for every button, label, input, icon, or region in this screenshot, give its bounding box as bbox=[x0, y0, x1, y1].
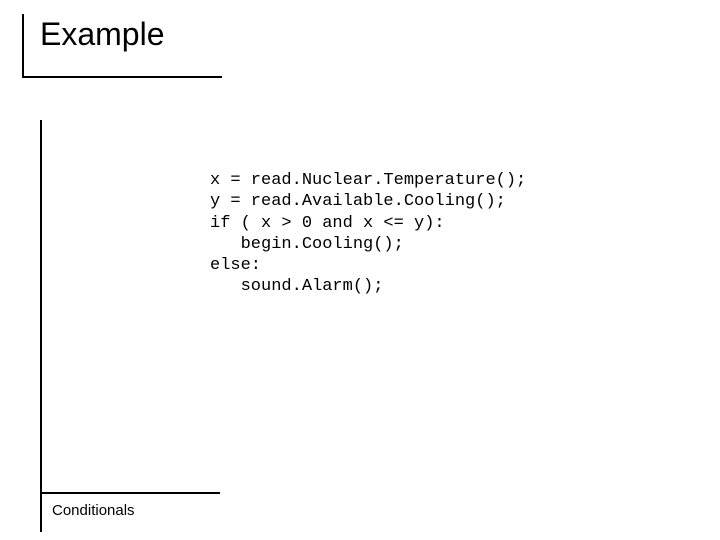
footer-label: Conditionals bbox=[52, 502, 135, 519]
slide-title: Example bbox=[40, 16, 165, 53]
slide: Example x = read.Nuclear.Temperature(); … bbox=[0, 0, 720, 540]
body-left-rule bbox=[40, 120, 42, 500]
code-block: x = read.Nuclear.Temperature(); y = read… bbox=[210, 170, 526, 298]
